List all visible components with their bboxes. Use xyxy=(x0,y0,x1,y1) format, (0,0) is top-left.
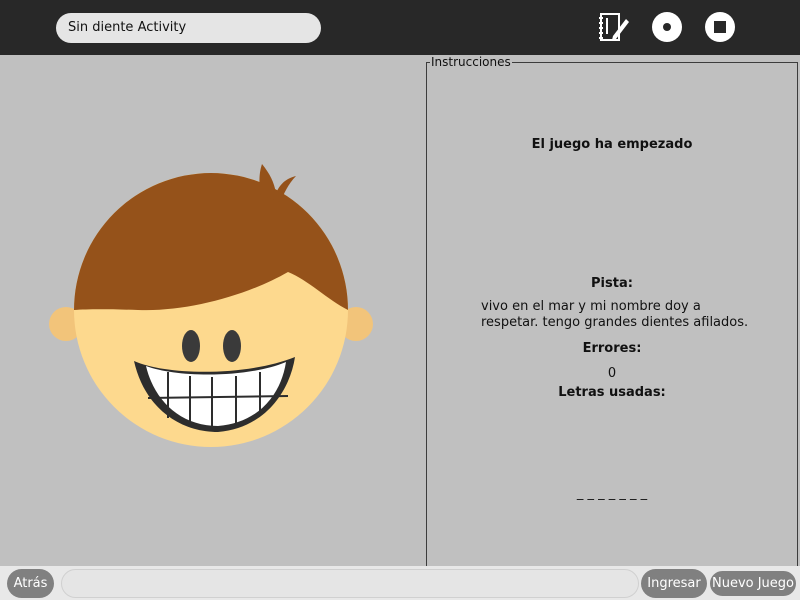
enter-button[interactable]: Ingresar xyxy=(641,569,707,598)
stop-icon[interactable] xyxy=(703,10,737,44)
letter-input[interactable] xyxy=(61,569,639,598)
toolbar: Sin diente Activity xyxy=(0,0,800,55)
word-blanks: _ _ _ _ _ _ _ xyxy=(576,486,648,501)
back-button[interactable]: Atrás xyxy=(7,569,54,598)
instructions-legend: Instrucciones xyxy=(430,55,512,69)
share-icon[interactable] xyxy=(650,10,684,44)
face-illustration xyxy=(49,164,373,447)
used-letters-label: Letras usadas: xyxy=(558,385,666,400)
activity-title-field[interactable]: Sin diente Activity xyxy=(56,13,321,43)
hint-text: vivo en el mar y mi nombre doy a respeta… xyxy=(481,299,749,330)
errors-label: Errores: xyxy=(582,341,642,356)
journal-icon[interactable] xyxy=(597,10,631,44)
game-status: El juego ha empezado xyxy=(531,137,693,152)
hint-label: Pista: xyxy=(591,276,633,291)
new-game-button[interactable]: Nuevo Juego xyxy=(708,569,798,598)
errors-value: 0 xyxy=(607,366,617,381)
